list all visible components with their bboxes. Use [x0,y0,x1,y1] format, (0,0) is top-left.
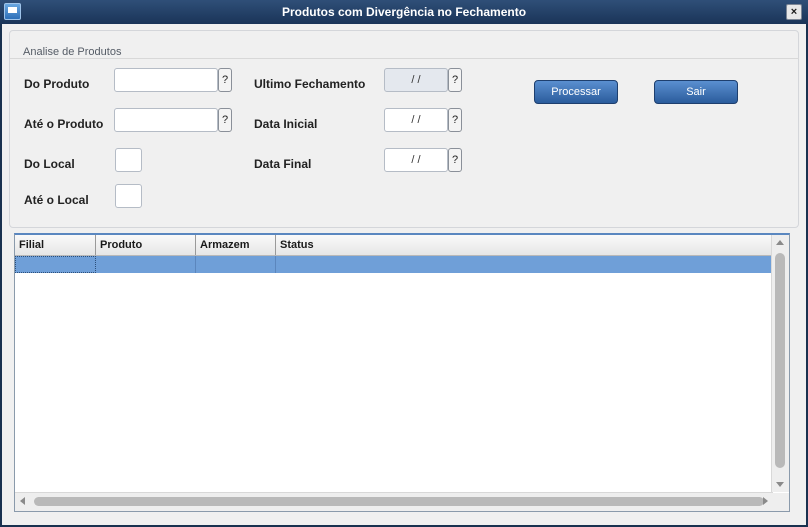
column-header-status[interactable]: Status [276,235,771,255]
cell-status[interactable] [276,256,771,273]
close-button[interactable]: × [786,4,802,20]
vertical-scroll-thumb[interactable] [775,253,785,468]
cell-filial[interactable] [15,256,96,273]
main-window: Produtos com Divergência no Fechamento ×… [0,0,808,527]
cell-produto[interactable] [96,256,196,273]
do-produto-lookup-button[interactable]: ? [218,68,232,92]
scroll-up-icon[interactable] [776,240,784,245]
do-produto-label: Do Produto [24,77,90,91]
scroll-down-icon[interactable] [776,482,784,487]
data-final-label: Data Final [254,157,312,171]
ate-local-label: Até o Local [24,193,89,207]
scrollbar-corner [771,493,789,511]
table-row[interactable] [15,256,771,273]
title-bar[interactable]: Produtos com Divergência no Fechamento × [0,0,808,24]
ultimo-fechamento-input: / / [384,68,448,92]
data-inicial-label: Data Inicial [254,117,318,131]
ate-produto-input[interactable] [114,108,218,132]
dialog-body: Analise de Produtos Do Produto ? Até o P… [2,24,806,525]
do-produto-input[interactable] [114,68,218,92]
ultimo-fechamento-label: Ultimo Fechamento [254,77,366,91]
sair-button[interactable]: Sair [654,80,738,104]
data-inicial-input[interactable]: / / [384,108,448,132]
processar-button[interactable]: Processar [534,80,618,104]
vertical-scrollbar[interactable] [771,235,789,492]
group-divider [10,58,799,59]
scroll-right-icon[interactable] [763,497,768,505]
window-title: Produtos com Divergência no Fechamento [281,5,527,19]
results-grid[interactable]: Filial Produto Armazem Status [14,233,790,512]
do-local-input[interactable] [115,148,142,172]
data-inicial-lookup-button[interactable]: ? [448,108,462,132]
do-local-label: Do Local [24,157,75,171]
grid-header: Filial Produto Armazem Status [15,235,771,256]
column-header-armazem[interactable]: Armazem [196,235,276,255]
data-final-input[interactable]: / / [384,148,448,172]
ate-produto-lookup-button[interactable]: ? [218,108,232,132]
group-title: Analise de Produtos [23,46,122,58]
ate-local-input[interactable] [115,184,142,208]
cell-armazem[interactable] [196,256,276,273]
horizontal-scrollbar[interactable] [15,492,773,511]
horizontal-scroll-thumb[interactable] [34,497,764,506]
ate-produto-label: Até o Produto [24,117,104,131]
column-header-produto[interactable]: Produto [96,235,196,255]
column-header-filial[interactable]: Filial [15,235,96,255]
ultimo-fechamento-lookup-button[interactable]: ? [448,68,462,92]
scroll-left-icon[interactable] [20,497,25,505]
data-final-lookup-button[interactable]: ? [448,148,462,172]
